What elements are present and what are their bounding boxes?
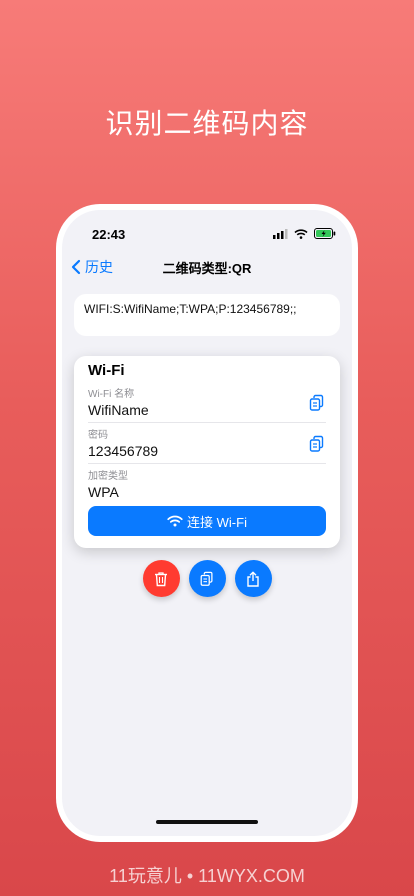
share-icon: [247, 571, 259, 587]
wifi-name-field: Wi-Fi 名称 WifiName: [88, 382, 326, 423]
status-icons: [273, 228, 336, 239]
copy-wifi-name-icon[interactable]: [308, 394, 326, 412]
promo-headline: 识别二维码内容: [105, 108, 309, 139]
app-screen: 22:43 历史 二维码类型:QR WIFI:S:WifiName;T:WPA;…: [62, 210, 352, 836]
copy-button[interactable]: [188, 560, 226, 597]
status-time: 22:43: [92, 227, 126, 242]
wifi-card: Wi-Fi Wi-Fi 名称 WifiName 密码 123456789 加密类…: [74, 356, 340, 548]
wifi-icon: [167, 515, 183, 527]
copy-password-icon[interactable]: [308, 435, 326, 453]
trash-icon: [155, 571, 167, 586]
wifi-card-title: Wi-Fi: [88, 362, 125, 379]
watermark: 11玩意儿 • 11WYX.COM: [109, 866, 305, 886]
wifi-name-value: WifiName: [88, 402, 149, 418]
page-title: 二维码类型:QR: [162, 261, 252, 276]
encryption-label: 加密类型: [88, 471, 128, 482]
connect-wifi-button[interactable]: 连接 Wi-Fi: [88, 506, 326, 536]
encryption-value: WPA: [88, 484, 119, 500]
password-field: 密码 123456789: [88, 423, 326, 464]
wifi-name-label: Wi-Fi 名称: [88, 389, 135, 400]
phone-frame: 22:43 历史 二维码类型:QR WIFI:S:WifiName;T:WPA;…: [56, 204, 358, 842]
password-value: 123456789: [88, 443, 159, 459]
home-indicator: [156, 820, 258, 824]
raw-content-box[interactable]: WIFI:S:WifiName;T:WPA;P:123456789;;: [74, 294, 340, 336]
action-buttons: [62, 560, 352, 597]
share-button[interactable]: [234, 560, 272, 597]
cellular-signal-icon: [273, 228, 288, 239]
raw-content-text: WIFI:S:WifiName;T:WPA;P:123456789;;: [84, 302, 297, 316]
status-bar: 22:43: [62, 226, 352, 244]
wifi-status-icon: [294, 228, 308, 239]
battery-charging-icon: [314, 228, 336, 239]
connect-wifi-label: 连接 Wi-Fi: [187, 514, 247, 530]
navigation-bar: 历史 二维码类型:QR: [62, 254, 352, 278]
encryption-field: 加密类型 WPA: [88, 464, 326, 505]
delete-button[interactable]: [142, 560, 180, 597]
copy-icon: [200, 571, 213, 586]
password-label: 密码: [88, 430, 108, 441]
